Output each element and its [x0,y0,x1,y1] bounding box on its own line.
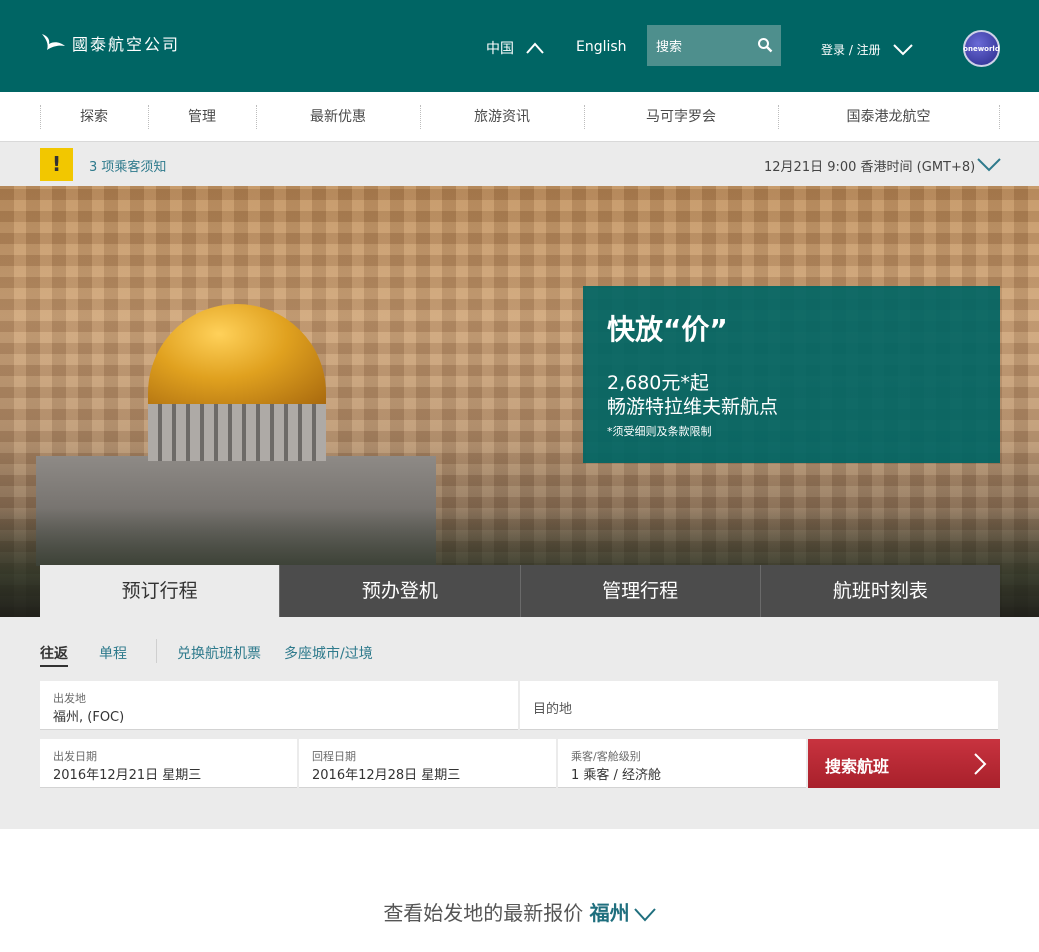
local-time: 12月21日 9:00 香港时间 (GMT+8) [764,160,976,175]
return-date-field[interactable]: 回程日期 2016年12月28日 星期三 [299,739,556,788]
promo-terms-note: *须受细则及条款限制 [607,425,712,438]
nav-item-offers[interactable]: 最新优惠 [256,92,420,142]
oneworld-logo[interactable]: oneworld [963,30,1000,67]
latest-fares-text: 查看始发地的最新报价 [383,901,590,925]
passenger-cabin-label: 乘客/客舱级别 [571,750,641,763]
passenger-notice-bar: ! 3 项乘客须知 12月21日 9:00 香港时间 (GMT+8) [0,142,1039,186]
brushwing-icon [42,34,65,50]
booking-tabs: 预订行程 预办登机 管理行程 航班时刻表 [40,565,1000,617]
chevron-up-icon [526,42,544,54]
cathay-logo[interactable]: 國泰航空公司 [40,30,180,56]
nav-item-cathay-dragon[interactable]: 国泰港龙航空 [778,92,999,142]
return-date-value: 2016年12月28日 星期三 [312,768,461,783]
booking-panel: 往返 单程 兑换航班机票 多座城市/过境 出发地 福州, (FOC) 目的地 出… [0,617,1039,829]
region-label: 中国 [486,41,514,57]
promo-price: 2,680元*起 [607,372,709,394]
trip-type-oneway[interactable]: 单程 [99,643,127,663]
promo-title: 快放“价” [607,313,728,346]
passenger-notice-link[interactable]: 3 项乘客须知 [89,156,166,175]
promo-card[interactable]: 快放“价” 2,680元*起 畅游特拉维夫新航点 *须受细则及条款限制 [583,286,1000,463]
login-register-menu[interactable]: 登录 / 注册 [821,41,913,58]
trip-type-divider [156,639,157,663]
depart-date-label: 出发日期 [53,750,97,763]
trip-type-multi-city[interactable]: 多座城市/过境 [284,643,373,663]
hero-building [148,401,326,461]
destination-field[interactable]: 目的地 [520,681,998,730]
login-label: 登录 / 注册 [821,43,881,57]
region-selector[interactable]: 中国 [486,38,544,58]
origin-value: 福州, (FOC) [53,710,125,725]
nav-item-marco-polo[interactable]: 马可孛罗会 [584,92,778,142]
origin-field[interactable]: 出发地 福州, (FOC) [40,681,518,730]
promo-subtitle: 畅游特拉维夫新航点 [607,396,779,418]
search-flights-label: 搜索航班 [825,757,890,776]
main-navigation: 探索 管理 最新优惠 旅游资讯 马可孛罗会 国泰港龙航空 [0,92,1039,142]
nav-item-manage[interactable]: 管理 [148,92,256,142]
origin-label: 出发地 [53,692,86,705]
nav-divider [999,105,1000,129]
search-flights-button[interactable]: 搜索航班 [808,739,1000,788]
depart-date-field[interactable]: 出发日期 2016年12月21日 星期三 [40,739,297,788]
search-icon[interactable] [757,37,773,53]
trip-type-redeem[interactable]: 兑换航班机票 [177,643,261,663]
passenger-cabin-field[interactable]: 乘客/客舱级别 1 乘客 / 经济舱 [558,739,806,788]
language-selector[interactable]: English [576,39,627,55]
passenger-cabin-value: 1 乘客 / 经济舱 [571,768,662,783]
golden-dome [148,304,326,404]
chevron-down-icon[interactable] [633,907,656,922]
latest-fares-heading: 查看始发地的最新报价 福州 [0,897,1039,926]
depart-date-value: 2016年12月21日 星期三 [53,768,202,783]
latest-fares-section: 查看始发地的最新报价 福州 [0,829,1039,952]
warning-icon: ! [40,148,73,181]
tab-flight-schedule[interactable]: 航班时刻表 [759,565,1000,617]
tab-book-trip[interactable]: 预订行程 [40,565,280,617]
nav-item-explore[interactable]: 探索 [40,92,148,142]
chevron-down-icon[interactable] [977,158,1001,172]
tab-check-in[interactable]: 预办登机 [279,565,520,617]
site-search-input[interactable]: 搜索 [647,25,781,66]
search-placeholder: 搜索 [656,40,683,55]
site-header: 國泰航空公司 中国 English 搜索 登录 / 注册 oneworld [0,0,1039,92]
return-date-label: 回程日期 [312,750,356,763]
chevron-down-icon [892,43,913,55]
destination-placeholder: 目的地 [533,702,573,717]
tab-manage-booking[interactable]: 管理行程 [519,565,760,617]
brand-name: 國泰航空公司 [72,35,181,54]
trip-type-round[interactable]: 往返 [40,643,68,667]
nav-item-travel-info[interactable]: 旅游资讯 [420,92,584,142]
chevron-right-icon [974,753,987,775]
origin-city-selector[interactable]: 福州 [590,901,630,925]
